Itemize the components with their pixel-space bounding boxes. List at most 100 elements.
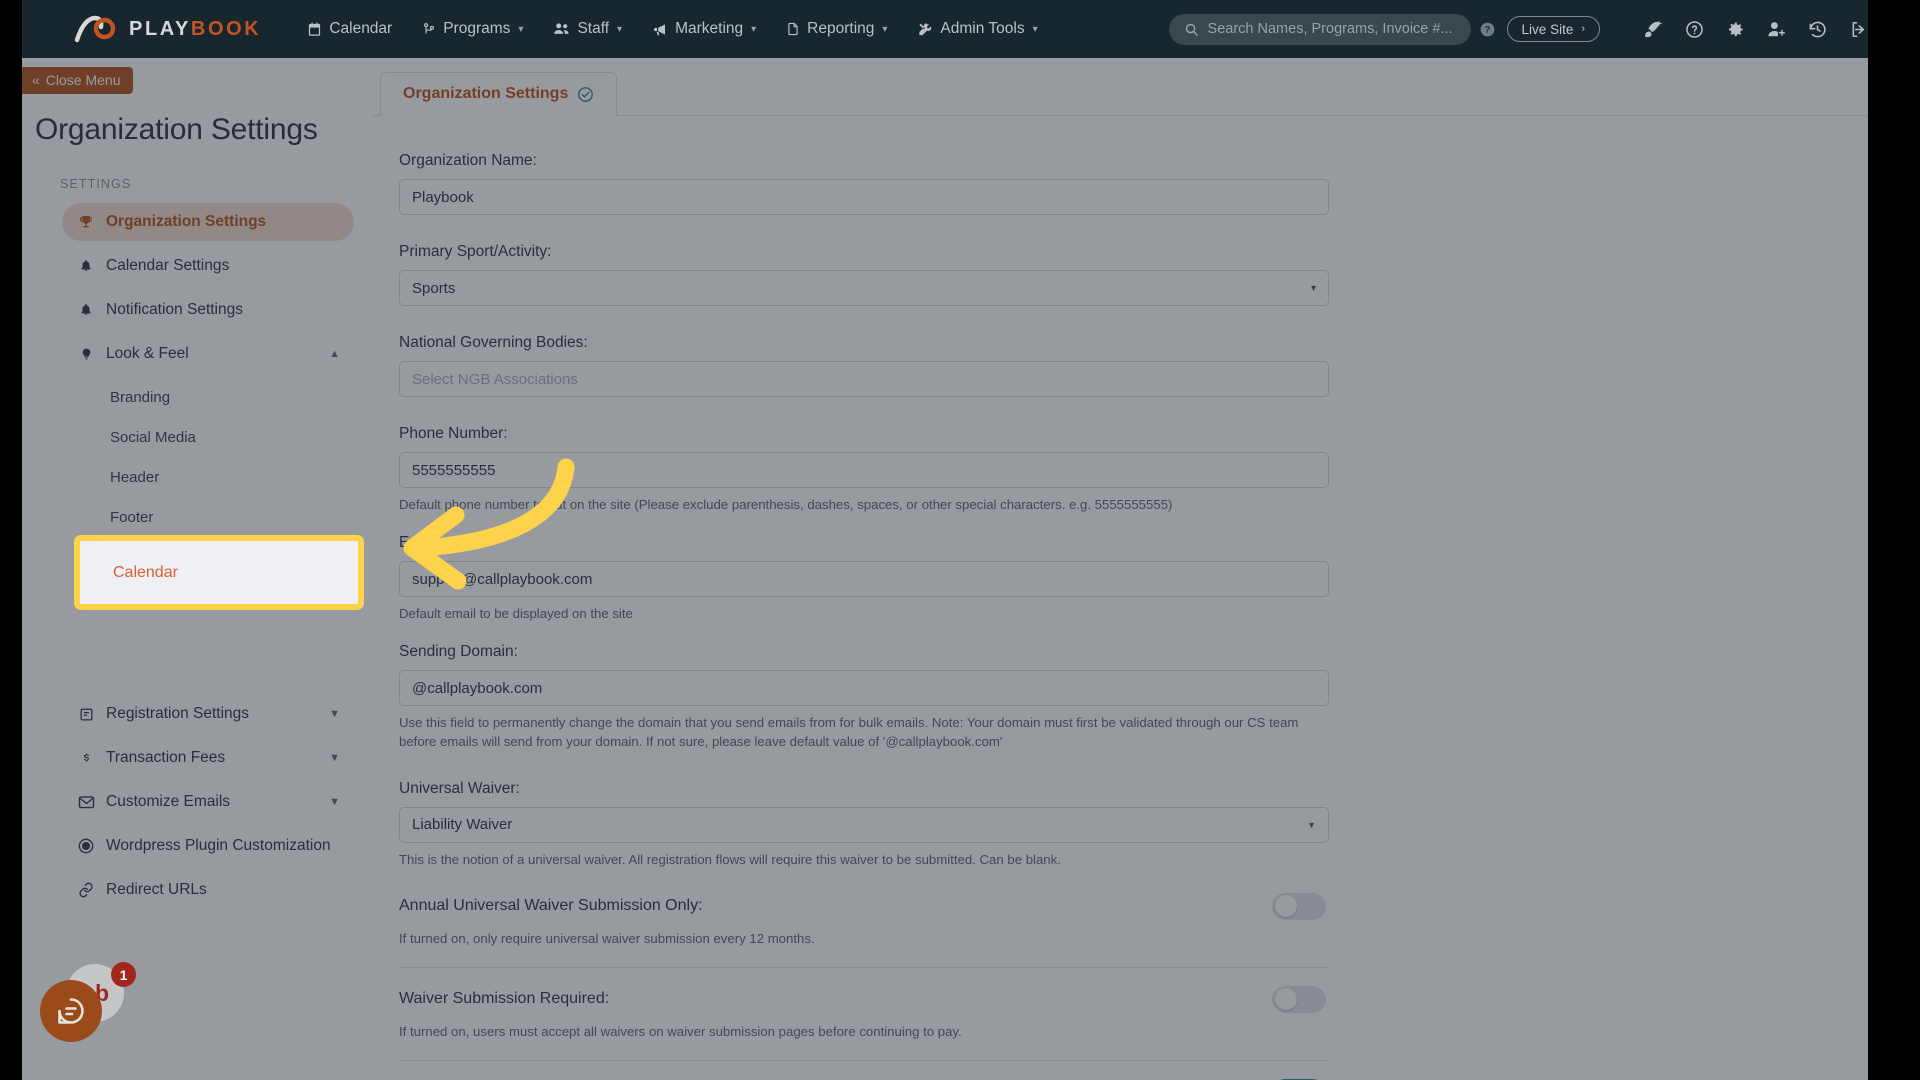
- sidebar-subitem-branding[interactable]: Branding: [62, 379, 354, 415]
- switch-knob: [1275, 988, 1297, 1011]
- bulb-icon: [76, 346, 96, 362]
- email-hint: Default email to be displayed on the sit…: [399, 606, 633, 622]
- waiver-submission-required-switch[interactable]: [1272, 985, 1326, 1013]
- add-user-icon[interactable]: [1767, 20, 1786, 39]
- tab-label: Organization Settings: [403, 85, 569, 102]
- screen-root: Organization Settings Organization Name:…: [0, 0, 1920, 1080]
- link-icon: [76, 882, 96, 898]
- search-input-placeholder: Search Names, Programs, Invoice #...: [1207, 21, 1453, 37]
- close-menu-label: Close Menu: [45, 72, 121, 88]
- sidebar-item-label: Wordpress Plugin Customization: [106, 837, 331, 854]
- field-universal-waiver: Universal Waiver: Liability Waiver ▼ Thi…: [399, 779, 1329, 869]
- universal-waiver-value: Liability Waiver: [412, 816, 513, 834]
- trophy-icon: [76, 214, 96, 230]
- nav-item-reporting[interactable]: Reporting ▾: [786, 20, 887, 38]
- logout-icon[interactable]: [1849, 20, 1868, 39]
- field-label: Organization Name:: [399, 152, 537, 169]
- chevron-up-icon: ▲: [329, 348, 340, 360]
- sidebar-item-redirect-urls[interactable]: Redirect URLs: [62, 871, 354, 909]
- field-national-governing-bodies: National Governing Bodies: Select NGB As…: [399, 334, 1329, 397]
- annual-universal-waiver-switch[interactable]: [1272, 892, 1326, 920]
- help-circle-icon[interactable]: [1685, 20, 1704, 39]
- sidebar-subitem-label: Social Media: [110, 428, 196, 446]
- sidebar-subitem-header[interactable]: Header: [62, 459, 354, 495]
- sidebar-item-registration-settings[interactable]: Registration Settings ▼: [62, 695, 354, 733]
- nav-item-programs[interactable]: Programs ▾: [422, 20, 523, 38]
- sidebar-item-notification-settings[interactable]: Notification Settings: [62, 291, 354, 329]
- sidebar-item-look-and-feel[interactable]: Look & Feel ▲: [62, 335, 354, 373]
- left-edge-bar: [0, 0, 22, 1080]
- organization-name-input[interactable]: Playbook: [399, 179, 1329, 215]
- nav-item-admin-tools[interactable]: Admin Tools ▾: [917, 20, 1038, 38]
- question-circle-icon[interactable]: ?: [1480, 22, 1495, 37]
- phone-number-hint: Default phone number to put on the site …: [399, 497, 1173, 512]
- history-icon[interactable]: [1808, 20, 1827, 39]
- toggle-show-waiver-signature-area: Show Waiver Signature Area: If turned on…: [399, 1061, 1329, 1080]
- bell-icon: [76, 302, 96, 318]
- sidebar-subitem-footer[interactable]: Footer: [62, 499, 354, 535]
- chevron-right-icon: ›: [1581, 23, 1585, 35]
- sidebar-item-label: Registration Settings: [106, 705, 250, 722]
- top-nav-icon-row: [1644, 20, 1868, 39]
- sidebar-item-label: Notification Settings: [106, 301, 243, 318]
- chevron-down-icon: ▾: [1310, 282, 1316, 294]
- double-chevron-left-icon: «: [32, 72, 40, 88]
- sidebar-subitem-social-media[interactable]: Social Media: [62, 419, 354, 455]
- playbook-logo[interactable]: PLAYBOOK: [74, 14, 261, 44]
- nav-item-label: Programs: [443, 20, 511, 37]
- sidebar-subitem-calendar[interactable]: [62, 619, 354, 691]
- nav-item-staff[interactable]: Staff ▾: [553, 20, 622, 38]
- ngb-input[interactable]: Select NGB Associations: [399, 361, 1329, 397]
- nav-item-calendar[interactable]: Calendar: [307, 20, 392, 38]
- highlight-label: Calendar: [113, 563, 178, 581]
- bell-icon: [76, 258, 96, 274]
- sidebar-item-wordpress-plugin-customization[interactable]: Wordpress Plugin Customization: [62, 827, 354, 865]
- tab-organization-settings[interactable]: Organization Settings: [380, 72, 618, 116]
- playbook-logo-text: PLAYBOOK: [129, 17, 262, 40]
- chevron-down-icon: ▾: [882, 23, 888, 35]
- live-site-button[interactable]: Live Site ›: [1506, 16, 1600, 42]
- sidebar-item-label: Redirect URLs: [106, 881, 207, 898]
- wordpress-icon: [76, 838, 96, 854]
- chat-widget: ob 1: [40, 962, 136, 1042]
- sidebar-subitem-label: Header: [110, 468, 160, 486]
- phone-number-input[interactable]: 5555555555: [399, 452, 1329, 488]
- nav-item-marketing[interactable]: Marketing ▾: [652, 20, 756, 38]
- document-icon: [788, 22, 798, 36]
- toggle-waiver-submission-required: Waiver Submission Required: If turned on…: [399, 968, 1329, 1061]
- sidebar-item-label: Customize Emails: [106, 793, 231, 810]
- nav-item-label: Reporting: [807, 20, 875, 37]
- rocket-plus-icon[interactable]: [1644, 20, 1663, 39]
- universal-waiver-select[interactable]: Liability Waiver ▼: [399, 806, 1329, 843]
- highlight-box-calendar[interactable]: Calendar: [74, 535, 364, 610]
- search-icon: [1185, 23, 1198, 36]
- sidebar-item-calendar-settings[interactable]: Calendar Settings: [62, 247, 354, 285]
- close-menu-button[interactable]: « Close Menu: [22, 67, 133, 94]
- chevron-down-icon: ▼: [329, 752, 340, 764]
- sidebar-item-customize-emails[interactable]: Customize Emails ▼: [62, 783, 354, 821]
- gear-icon[interactable]: [1726, 20, 1745, 39]
- global-search[interactable]: Search Names, Programs, Invoice #...: [1168, 13, 1471, 45]
- chevron-down-icon: ▼: [329, 708, 340, 720]
- field-label: Phone Number:: [399, 425, 508, 442]
- field-label: Universal Waiver:: [399, 779, 520, 797]
- chevron-down-icon: ▼: [1307, 819, 1316, 830]
- chevron-down-icon: ▾: [751, 23, 757, 35]
- chat-launcher-button[interactable]: 1: [40, 962, 136, 1042]
- sidebar-subitem-label: Branding: [110, 388, 171, 406]
- universal-waiver-hint: This is the notion of a universal waiver…: [399, 851, 1061, 867]
- primary-sport-select[interactable]: Sports ▾: [399, 270, 1329, 306]
- sidebar-item-transaction-fees[interactable]: Transaction Fees ▼: [62, 739, 354, 777]
- tab-strip: Organization Settings: [372, 58, 1868, 116]
- users-icon: [554, 23, 570, 34]
- sending-domain-input[interactable]: @callplaybook.com: [399, 670, 1329, 707]
- top-nav-right-group: Search Names, Programs, Invoice #... ? L…: [1168, 0, 1868, 58]
- field-label: National Governing Bodies:: [399, 334, 588, 351]
- nav-item-label: Staff: [577, 20, 610, 37]
- chevron-down-icon: ▼: [329, 796, 340, 808]
- sidebar-item-organization-settings[interactable]: Organization Settings: [62, 203, 354, 241]
- email-input[interactable]: support@callplaybook.com: [399, 561, 1329, 598]
- top-navigation-bar: PLAYBOOK Calendar Programs ▾ Staff ▾ Mar…: [0, 0, 1920, 58]
- field-label: Email:: [399, 534, 443, 552]
- top-nav-items: Calendar Programs ▾ Staff ▾ Marketing ▾ …: [307, 20, 1038, 38]
